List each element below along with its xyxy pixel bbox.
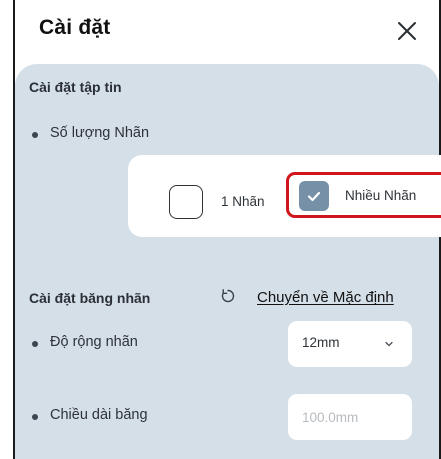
label-count-label: Số lượng Nhãn (50, 125, 150, 141)
close-icon (398, 22, 416, 40)
settings-panel: Cài đặt tập tin Số lượng Nhãn 1 Nhãn Nhi… (15, 64, 441, 459)
settings-screen: Cài đặt Cài đặt tập tin Số lượng Nhãn 1 … (0, 0, 441, 459)
checkmark-icon (307, 191, 321, 202)
single-label-option-label: 1 Nhãn (221, 194, 265, 209)
label-width-label: Độ rộng nhãn (50, 334, 138, 350)
label-width-bullet (32, 341, 38, 347)
file-settings-title: Cài đặt tập tin (29, 79, 122, 95)
page-title: Cài đặt (39, 16, 111, 39)
settings-header: Cài đặt (15, 0, 439, 62)
tape-length-input[interactable] (288, 394, 412, 440)
label-width-select[interactable]: 12mm (288, 321, 412, 367)
tape-settings-title: Cài đặt băng nhãn (29, 290, 151, 306)
close-button[interactable] (393, 17, 421, 45)
label-count-bullet (32, 132, 38, 138)
multi-label-option[interactable]: Nhiều Nhãn (286, 172, 441, 218)
label-width-value: 12mm (302, 335, 340, 350)
tape-length-bullet (32, 414, 38, 420)
reset-to-default-link[interactable]: Chuyển về Mặc định (257, 289, 394, 306)
single-label-checkbox[interactable] (169, 185, 203, 219)
tape-length-field (288, 394, 412, 440)
reset-icon[interactable] (219, 287, 237, 305)
tape-length-label: Chiều dài băng (50, 407, 148, 423)
label-count-options: 1 Nhãn Nhiều Nhãn (128, 155, 441, 237)
multi-label-option-label: Nhiều Nhãn (345, 188, 417, 203)
multi-label-checkbox[interactable] (299, 181, 329, 211)
chevron-down-icon (385, 341, 393, 347)
